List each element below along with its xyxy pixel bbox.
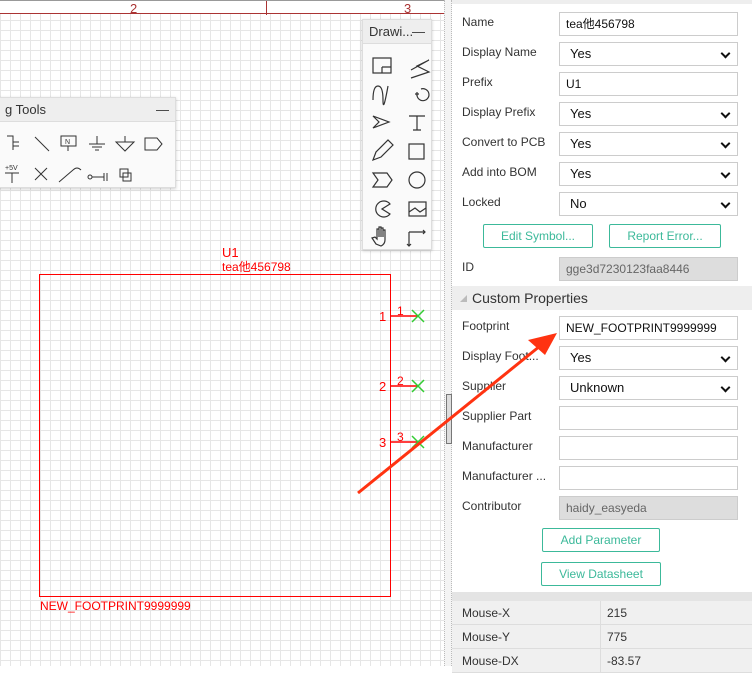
id-field: gge3d7230123faa8446: [559, 257, 738, 281]
mouse-y-row: Mouse-Y 775: [452, 625, 752, 649]
supplier-label: Supplier: [462, 379, 507, 393]
supplier-select[interactable]: Unknown: [559, 376, 738, 400]
locked-select[interactable]: No: [559, 192, 738, 216]
manufacturer-part-input[interactable]: [559, 466, 738, 490]
footprint-label: Footprint: [462, 319, 510, 333]
mouse-key: Mouse-Y: [462, 630, 511, 644]
add-parameter-button[interactable]: Add Parameter: [542, 528, 660, 552]
edit-symbol-button[interactable]: Edit Symbol...: [483, 224, 593, 248]
add-into-bom-select[interactable]: Yes: [559, 162, 738, 186]
mouse-dx-row: Mouse-DX -83.57: [452, 649, 752, 673]
prefix-input[interactable]: U1: [559, 72, 738, 96]
display-prefix-select[interactable]: Yes: [559, 102, 738, 126]
contributor-label: Contributor: [462, 499, 522, 513]
mouse-key: Mouse-X: [462, 606, 511, 620]
id-label: ID: [462, 260, 474, 274]
display-footprint-label: Display Foot...: [462, 349, 539, 363]
view-datasheet-button[interactable]: View Datasheet: [541, 562, 661, 586]
convert-to-pcb-select[interactable]: Yes: [559, 132, 738, 156]
supplier-part-input[interactable]: [559, 406, 738, 430]
mouse-value: 215: [600, 601, 627, 625]
mouse-x-row: Mouse-X 215: [452, 601, 752, 625]
properties-panel: Name tea他456798 Display Name Yes Prefix …: [452, 0, 752, 673]
locked-label: Locked: [462, 195, 501, 209]
panel-splitter[interactable]: [444, 0, 452, 666]
mouse-value: 775: [600, 625, 627, 649]
schematic-canvas[interactable]: 2 3 g Tools — N +5V Drawi... — U1 tea他45…: [0, 0, 444, 666]
footprint-input[interactable]: NEW_FOOTPRINT9999999: [559, 316, 738, 340]
manufacturer-part-label: Manufacturer ...: [462, 469, 547, 483]
name-label: Name: [462, 15, 495, 29]
manufacturer-label: Manufacturer: [462, 439, 533, 453]
contributor-field: haidy_easyeda: [559, 496, 738, 520]
prefix-label: Prefix: [462, 75, 493, 89]
mouse-value: -83.57: [600, 649, 641, 673]
convert-to-pcb-label: Convert to PCB: [462, 135, 546, 149]
pin-lines: [390, 309, 425, 449]
supplier-part-label: Supplier Part: [462, 409, 532, 423]
display-prefix-label: Display Prefix: [462, 105, 536, 119]
manufacturer-input[interactable]: [559, 436, 738, 460]
name-input[interactable]: tea他456798: [559, 12, 738, 36]
display-name-label: Display Name: [462, 45, 537, 59]
display-footprint-select[interactable]: Yes: [559, 346, 738, 370]
add-into-bom-label: Add into BOM: [462, 165, 537, 179]
report-error-button[interactable]: Report Error...: [609, 224, 721, 248]
custom-properties-header[interactable]: Custom Properties: [452, 286, 752, 310]
display-name-select[interactable]: Yes: [559, 42, 738, 66]
